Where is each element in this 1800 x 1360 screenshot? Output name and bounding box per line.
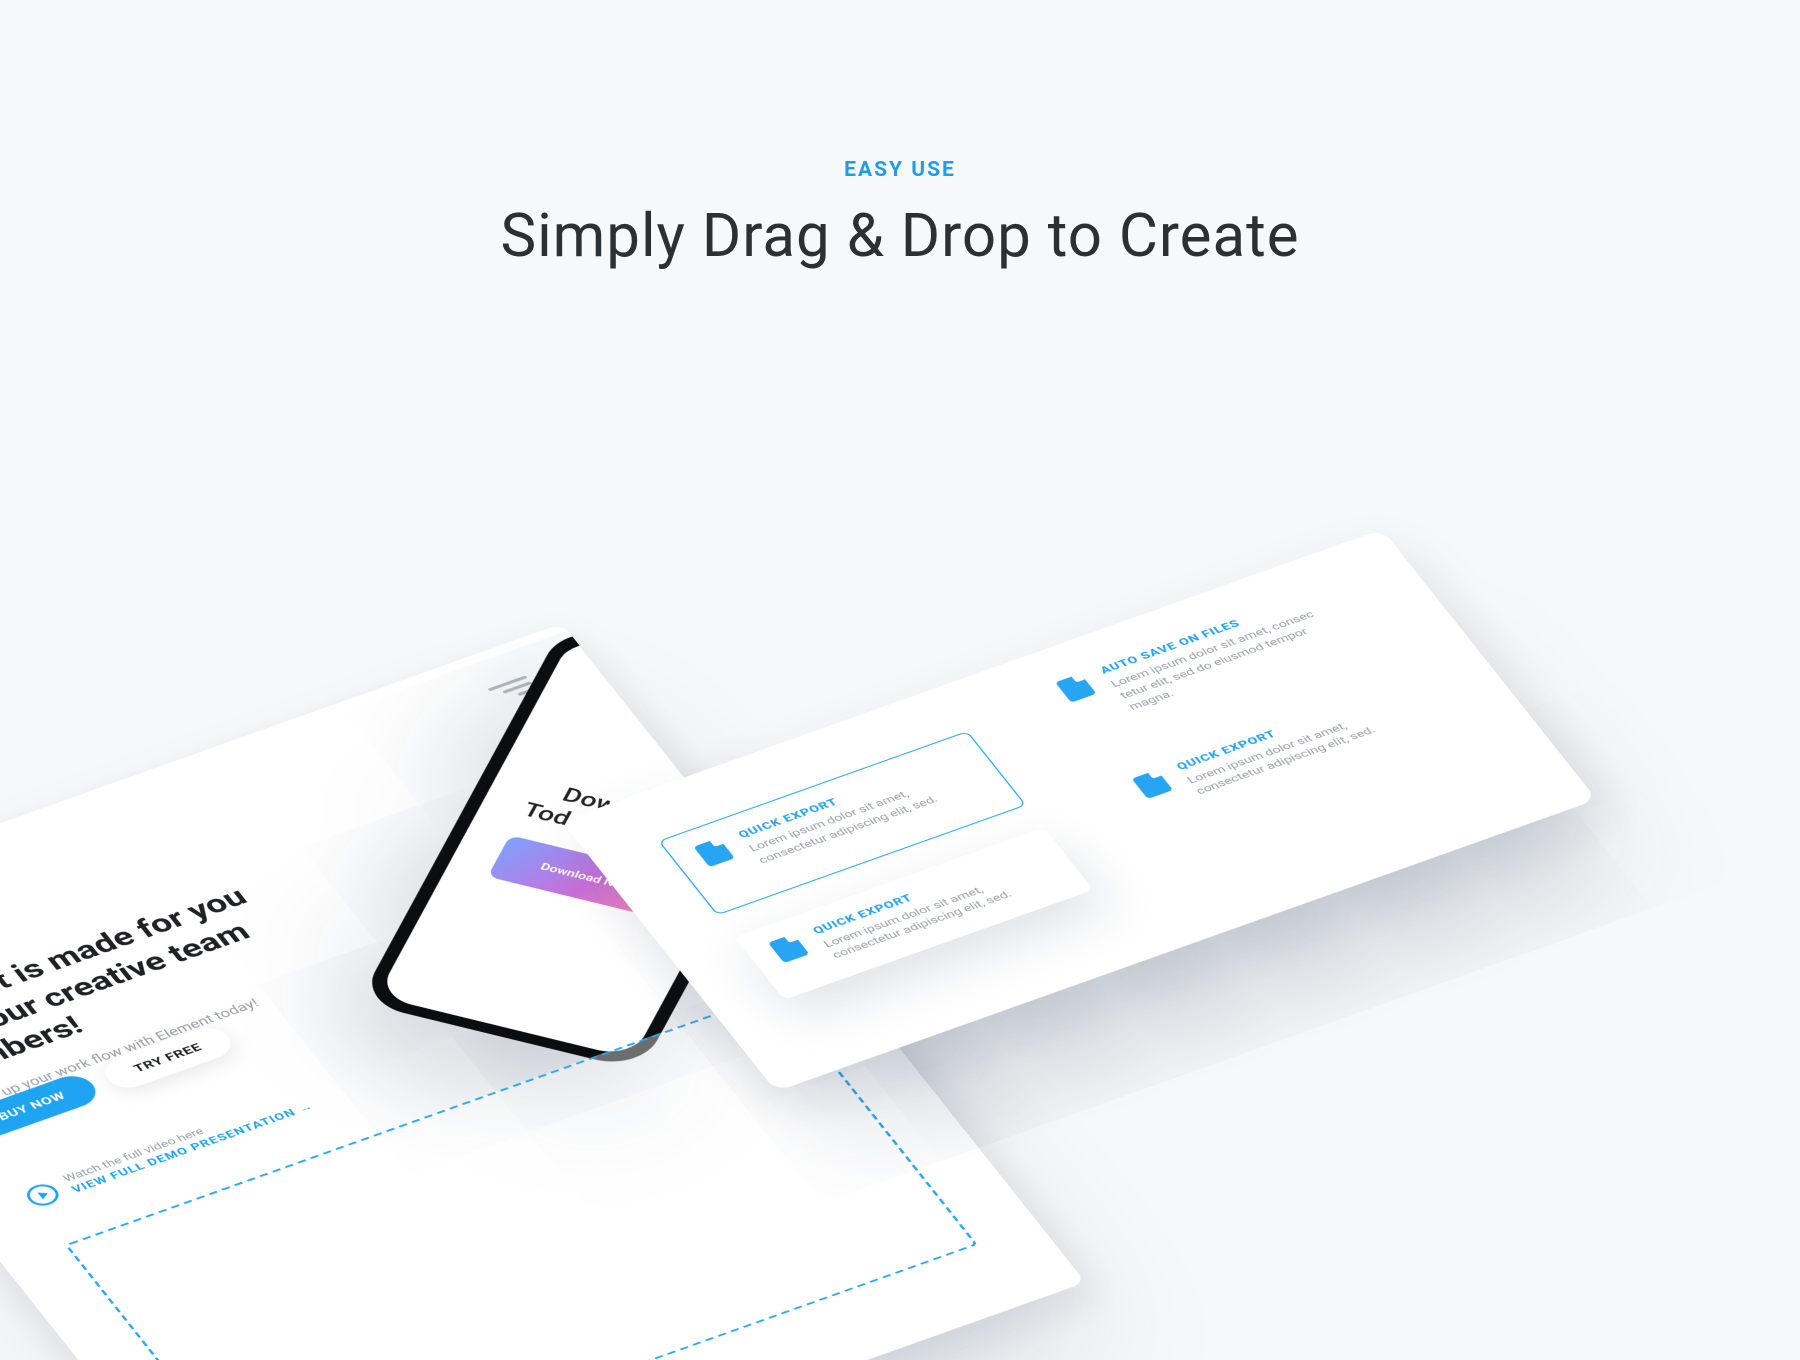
hero-text-block: Element is made for you and your creativ… — [0, 864, 365, 1114]
section-eyebrow: EASY USE — [844, 158, 956, 182]
video-link-label: VIEW FULL DEMO PRESENTATION → — [70, 1101, 317, 1196]
feature-cards-panel[interactable]: QUICK EXPORT Lorem ipsum dolor sit amet,… — [561, 529, 1597, 1091]
isometric-stage: Element. Element is made for you and you… — [97, 612, 1703, 1360]
portfolio-section-peek: Browse our portfolio — [239, 1266, 1085, 1360]
file-icon — [1131, 769, 1172, 798]
file-icon — [768, 933, 809, 962]
file-icon — [1055, 673, 1096, 702]
play-icon — [21, 1181, 64, 1209]
video-caption: Watch the full video here — [61, 1090, 308, 1185]
portfolio-title: Browse our portfolio — [242, 1270, 1085, 1360]
section-title: Simply Drag & Drop to Create — [500, 200, 1299, 271]
